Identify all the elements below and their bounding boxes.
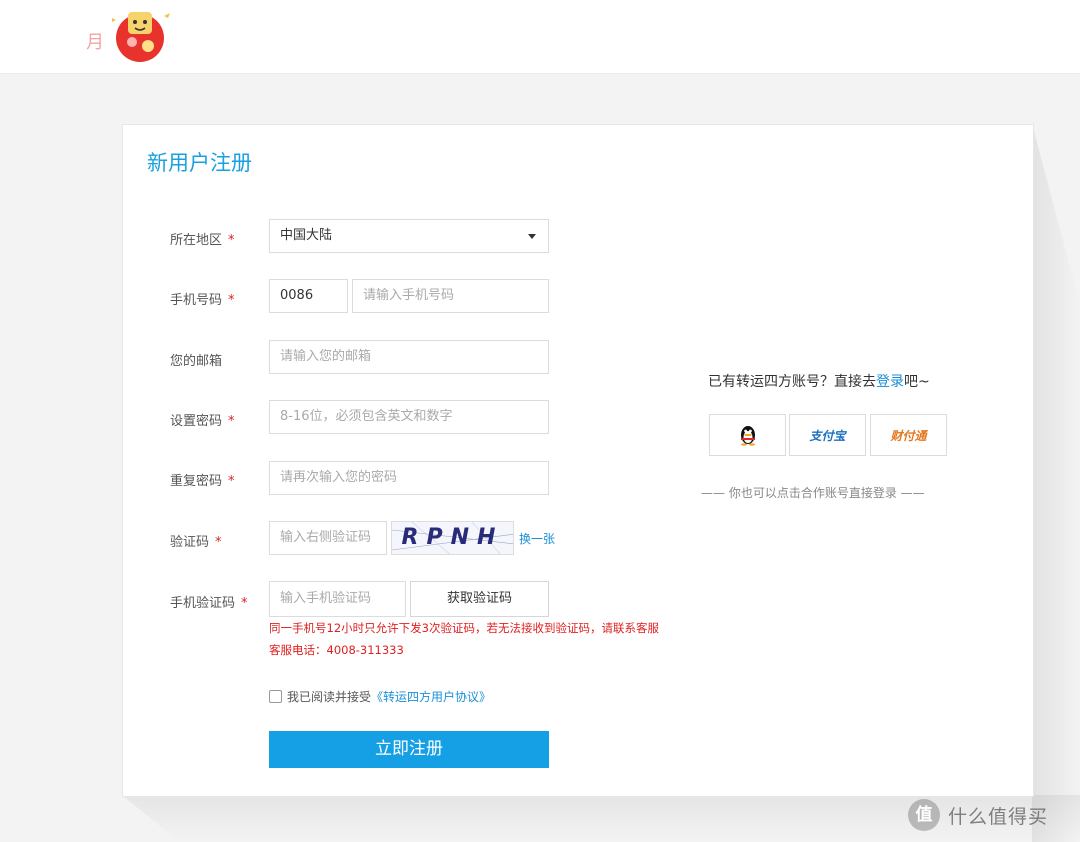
sms-label-text: 手机验证码 bbox=[170, 596, 236, 611]
email-input[interactable]: 请输入您的邮箱 bbox=[269, 340, 549, 374]
required-mark: * bbox=[241, 596, 248, 611]
phone-input[interactable]: 请输入手机号码 bbox=[352, 279, 549, 313]
watermark-text: 什么值得买 bbox=[948, 805, 1049, 828]
password-repeat-label: 重复密码 * bbox=[170, 470, 235, 489]
password-repeat-label-text: 重复密码 bbox=[170, 474, 223, 489]
sms-label: 手机验证码 * bbox=[170, 592, 248, 611]
card-shadow-right bbox=[1032, 124, 1080, 842]
tenpay-logo: 财付通 bbox=[890, 428, 927, 443]
phone-label: 手机号码 * bbox=[170, 289, 235, 308]
password-label-text: 设置密码 bbox=[170, 414, 223, 429]
country-code-input[interactable]: 0086 bbox=[269, 279, 348, 313]
region-value: 中国大陆 bbox=[280, 228, 333, 243]
agreement-checkbox[interactable] bbox=[269, 690, 282, 703]
agreement-row: 我已阅读并接受 《转运四方用户协议》 bbox=[269, 688, 491, 705]
mascot-icon bbox=[112, 12, 170, 62]
required-mark: * bbox=[228, 233, 235, 248]
region-label-text: 所在地区 bbox=[170, 233, 223, 248]
watermark-icon: 值 bbox=[908, 799, 940, 831]
captcha-text: RPNH bbox=[401, 525, 504, 550]
login-link[interactable]: 登录 bbox=[876, 374, 904, 390]
login-suffix: 吧~ bbox=[904, 374, 930, 390]
alipay-logo: 支付宝 bbox=[809, 428, 846, 443]
agreement-link[interactable]: 《转运四方用户协议》 bbox=[371, 688, 491, 705]
password-input[interactable]: 8-16位，必须包含英文和数字 bbox=[269, 400, 549, 434]
page-title: 新用户注册 bbox=[147, 151, 252, 175]
password-label: 设置密码 * bbox=[170, 410, 235, 429]
email-label: 您的邮箱 bbox=[170, 350, 222, 369]
required-mark: * bbox=[228, 474, 235, 489]
register-card: 新用户注册 所在地区 * 中国大陆 手机号码 * 0086 请输入手机号码 您的邮箱… bbox=[122, 124, 1034, 797]
phone-label-text: 手机号码 bbox=[170, 293, 223, 308]
required-mark: * bbox=[215, 535, 222, 550]
watermark: 值 什么值得买 bbox=[908, 799, 1048, 831]
login-prefix: 已有转运四方账号？直接去 bbox=[708, 374, 876, 390]
alipay-login-button[interactable]: 支付宝 bbox=[789, 414, 866, 456]
captcha-label: 验证码 * bbox=[170, 531, 222, 550]
password-repeat-input[interactable]: 请再次输入您的密码 bbox=[269, 461, 549, 495]
captcha-image[interactable]: RPNH bbox=[391, 521, 514, 555]
get-sms-code-button[interactable]: 获取验证码 bbox=[410, 581, 549, 617]
captcha-label-text: 验证码 bbox=[170, 535, 210, 550]
email-label-text: 您的邮箱 bbox=[170, 354, 223, 369]
required-mark: * bbox=[228, 414, 235, 429]
chevron-down-icon bbox=[528, 234, 536, 239]
captcha-input[interactable]: 输入右侧验证码 bbox=[269, 521, 387, 555]
qq-penguin-icon bbox=[740, 426, 755, 446]
qq-login-button[interactable] bbox=[709, 414, 786, 456]
top-bar: 月 bbox=[0, 0, 1080, 74]
service-phone-text: 客服电话：4008-311333 bbox=[269, 643, 404, 657]
agreement-prefix: 我已阅读并接受 bbox=[287, 690, 372, 704]
region-select[interactable]: 中国大陆 bbox=[269, 219, 549, 253]
partner-login-hint: —— 你也可以点击合作账号直接登录 —— bbox=[701, 486, 925, 500]
login-prompt: 已有转运四方账号？直接去登录吧~ bbox=[708, 371, 930, 391]
tenpay-login-button[interactable]: 财付通 bbox=[870, 414, 947, 456]
site-logo[interactable]: 月 bbox=[86, 6, 182, 64]
sms-code-input[interactable]: 输入手机验证码 bbox=[269, 581, 406, 617]
captcha-refresh-link[interactable]: 换一张 bbox=[519, 530, 555, 547]
register-button[interactable]: 立即注册 bbox=[269, 731, 549, 768]
region-label: 所在地区 * bbox=[170, 229, 235, 248]
required-mark: * bbox=[228, 293, 235, 308]
sms-warning-text: 同一手机号12小时只允许下发3次验证码，若无法接收到验证码，请联系客服 bbox=[269, 621, 659, 635]
